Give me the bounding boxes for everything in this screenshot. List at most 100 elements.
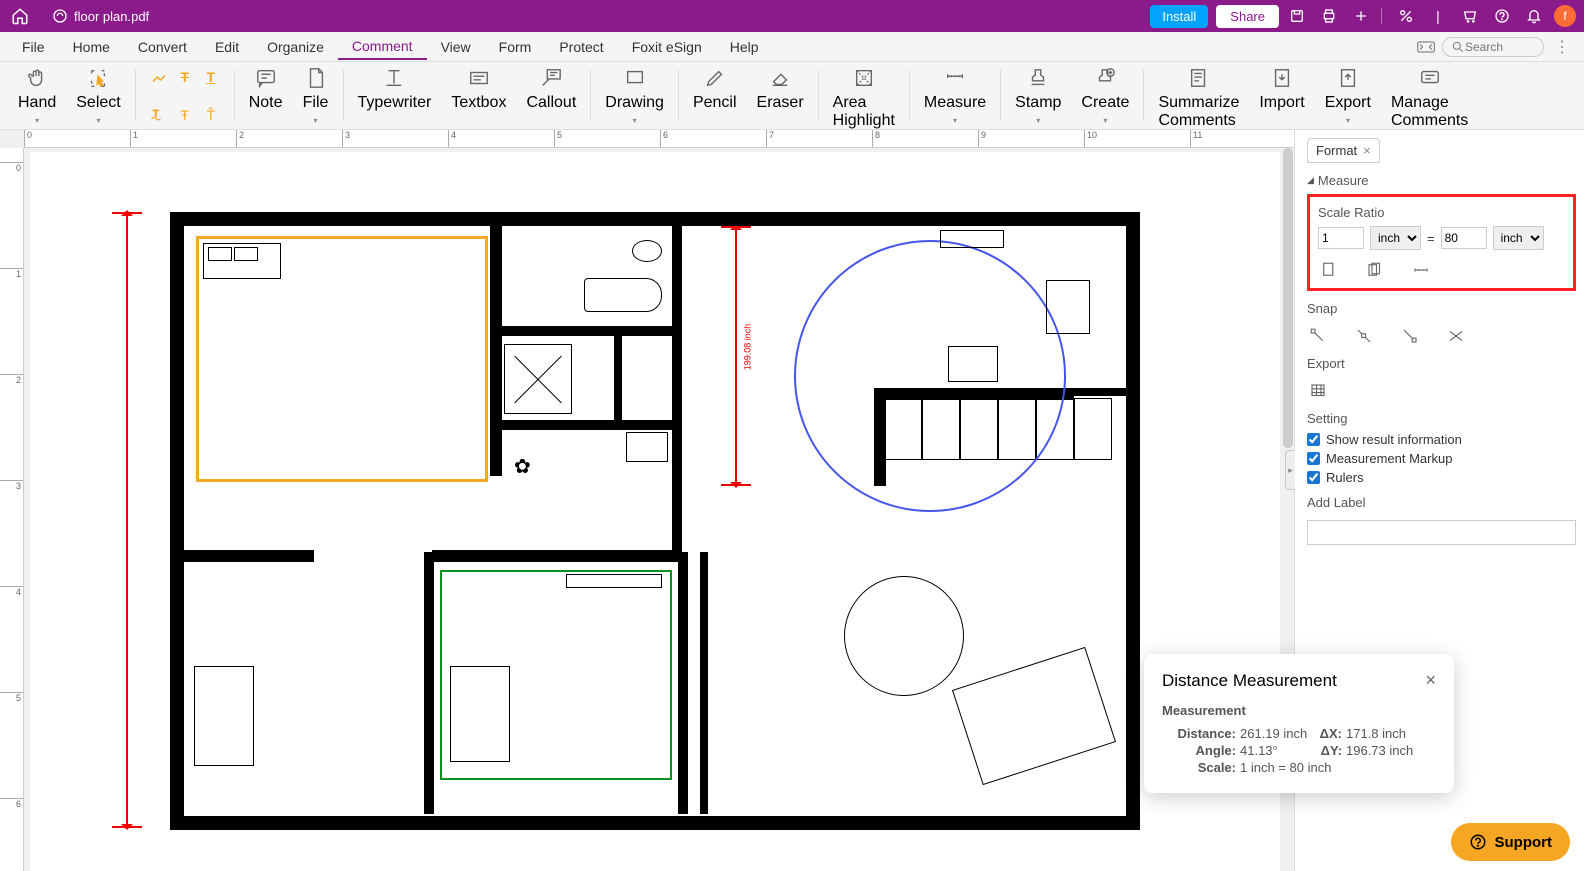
print-icon[interactable]: [1315, 4, 1343, 28]
tool-file[interactable]: File ▾: [293, 66, 339, 125]
highlight-icon[interactable]: [148, 66, 170, 88]
save-icon[interactable]: [1283, 4, 1311, 28]
menu-view[interactable]: View: [427, 35, 485, 59]
tool-pencil[interactable]: Pencil: [683, 66, 747, 112]
eraser-icon: [767, 66, 793, 90]
stove-icon: [1046, 280, 1090, 334]
menu-help[interactable]: Help: [716, 35, 773, 59]
kitchen-sink-icon: [940, 230, 1004, 248]
dy-value: 196.73 inch: [1346, 743, 1436, 758]
pipe-icon[interactable]: |: [1424, 4, 1452, 28]
sink-icon: [626, 432, 668, 462]
menu-protect[interactable]: Protect: [545, 35, 617, 59]
support-button[interactable]: Support: [1451, 823, 1571, 861]
scale-calibrate-icon[interactable]: [1410, 260, 1432, 280]
menu-edit[interactable]: Edit: [201, 35, 253, 59]
help-icon[interactable]: [1488, 4, 1516, 28]
snap-midpoint-icon[interactable]: [1353, 326, 1375, 346]
show-result-checkbox[interactable]: [1307, 433, 1320, 446]
single-bed-2-icon: [450, 666, 510, 762]
home-icon[interactable]: [8, 4, 32, 28]
tool-drawing[interactable]: Drawing ▾: [595, 66, 674, 125]
summarize-icon: [1186, 66, 1212, 90]
user-avatar[interactable]: f: [1554, 5, 1576, 27]
close-icon[interactable]: ×: [1363, 143, 1371, 158]
tool-summarize[interactable]: Summarize Comments: [1148, 66, 1249, 130]
export-icon: [1335, 66, 1361, 90]
bathtub-icon: [584, 278, 662, 312]
snap-section-title: Snap: [1307, 301, 1576, 316]
panel-collapse-handle[interactable]: ▸: [1285, 450, 1295, 490]
menu-organize[interactable]: Organize: [253, 35, 338, 59]
import-icon: [1269, 66, 1295, 90]
share-button[interactable]: Share: [1216, 5, 1279, 28]
tool-textbox[interactable]: Textbox: [441, 66, 516, 112]
squiggly-icon[interactable]: T: [148, 104, 170, 126]
strikeout-icon[interactable]: T: [174, 66, 196, 88]
kitchen-circle-annotation[interactable]: [794, 240, 1066, 512]
bell-icon[interactable]: [1520, 4, 1548, 28]
scale-from-unit[interactable]: inch: [1370, 226, 1421, 250]
more-icon[interactable]: ⋮: [1548, 37, 1576, 57]
tool-eraser[interactable]: Eraser: [747, 66, 814, 112]
drawing-icon: [622, 66, 648, 90]
flower-icon: ✿: [514, 454, 531, 479]
tool-stamp[interactable]: Stamp ▾: [1005, 66, 1071, 125]
setting-section-title: Setting: [1307, 411, 1576, 426]
menu-esign[interactable]: Foxit eSign: [618, 35, 716, 59]
tool-typewriter[interactable]: Typewriter: [348, 66, 442, 112]
menu-form[interactable]: Form: [485, 35, 546, 59]
replace-icon[interactable]: Ŧ: [174, 104, 196, 126]
snap-intersection-icon[interactable]: [1445, 326, 1467, 346]
scale-from-input[interactable]: [1318, 227, 1364, 249]
callout-icon: [538, 66, 564, 90]
insert-icon[interactable]: T̂: [200, 104, 222, 126]
scale-to-unit[interactable]: inch: [1493, 226, 1544, 250]
popup-title: Distance Measurement: [1162, 671, 1337, 691]
search-box[interactable]: [1442, 37, 1544, 57]
cart-icon[interactable]: [1456, 4, 1484, 28]
measure-arrow-left[interactable]: [126, 212, 128, 828]
install-button[interactable]: Install: [1150, 5, 1208, 28]
measurement-markup-checkbox[interactable]: [1307, 452, 1320, 465]
add-label-input[interactable]: [1307, 520, 1576, 545]
menu-home[interactable]: Home: [59, 35, 124, 59]
canvas[interactable]: 0 1 2 3 4 5 6 7 8 9 10 11 0 1 2 3 4 5 6: [0, 130, 1294, 871]
tool-area-highlight[interactable]: Area Highlight: [823, 66, 905, 130]
percent-icon[interactable]: [1392, 4, 1420, 28]
tool-measure[interactable]: Measure ▾: [914, 66, 996, 125]
dining-table-icon: [844, 576, 964, 696]
snap-endpoint-icon[interactable]: [1307, 326, 1329, 346]
document-title: floor plan.pdf: [52, 8, 149, 24]
tool-note[interactable]: Note: [239, 66, 293, 112]
expand-icon[interactable]: [1410, 40, 1442, 54]
tool-import[interactable]: Import: [1249, 66, 1314, 112]
measure-section-title[interactable]: ◢Measure: [1307, 173, 1576, 188]
scale-page-icon[interactable]: [1318, 260, 1340, 280]
hand-icon: [24, 66, 50, 90]
tool-callout[interactable]: Callout: [516, 66, 586, 112]
panel-tab-format[interactable]: Format ×: [1307, 138, 1380, 163]
page: 199.08 inch ✿: [30, 152, 1280, 871]
scale-value: 1 inch = 80 inch: [1240, 760, 1436, 775]
angle-value: 41.13°: [1240, 743, 1310, 758]
tool-hand[interactable]: Hand ▾: [8, 66, 66, 125]
scale-to-input[interactable]: [1441, 227, 1487, 249]
search-input[interactable]: [1465, 40, 1535, 54]
typewriter-icon: [381, 66, 407, 90]
scale-pages-icon[interactable]: [1364, 260, 1386, 280]
menu-convert[interactable]: Convert: [124, 35, 201, 59]
tool-select[interactable]: Select ▾: [66, 66, 130, 125]
tool-create[interactable]: Create ▾: [1071, 66, 1139, 125]
underline-icon[interactable]: T: [200, 66, 222, 88]
rulers-checkbox[interactable]: [1307, 471, 1320, 484]
menu-file[interactable]: File: [8, 35, 59, 59]
add-icon[interactable]: [1347, 4, 1375, 28]
tool-export[interactable]: Export ▾: [1315, 66, 1381, 125]
close-icon[interactable]: ×: [1425, 670, 1436, 691]
snap-path-icon[interactable]: [1399, 326, 1421, 346]
export-excel-icon[interactable]: [1307, 381, 1329, 401]
stamp-icon: [1025, 66, 1051, 90]
ribbon: Hand ▾ Select ▾ T T T Ŧ T̂ Note File ▾ T…: [0, 62, 1584, 130]
menu-comment[interactable]: Comment: [338, 34, 427, 60]
